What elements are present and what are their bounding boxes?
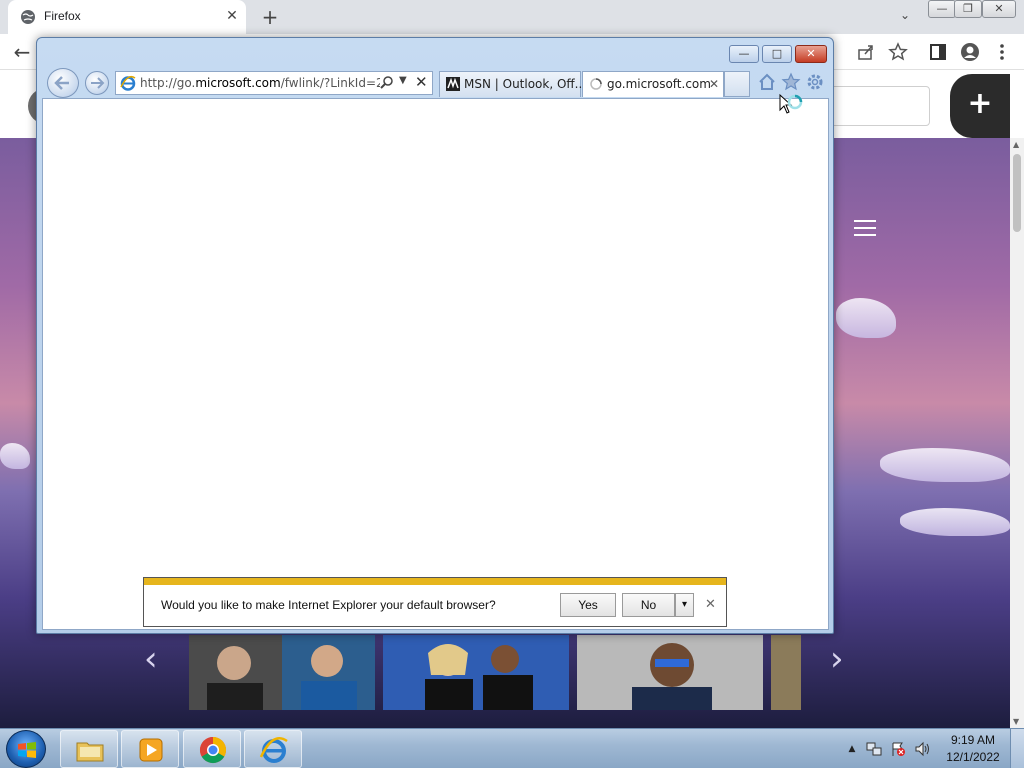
menu-dots-icon[interactable] — [992, 42, 1012, 62]
ie-tab-label: MSN | Outlook, Off... — [464, 77, 587, 91]
ie-logo-icon — [259, 737, 288, 763]
add-shortcut-button[interactable]: + — [950, 74, 1010, 138]
network-icon[interactable] — [866, 741, 882, 757]
ie-window: — □ ✕ http://go.microsoft.com/fwlink/?Li… — [36, 37, 834, 634]
sidebar-icon[interactable] — [928, 42, 948, 62]
ie-close-button[interactable]: ✕ — [795, 45, 827, 63]
chrome-minimize-button[interactable]: — — [928, 0, 956, 18]
msn-search-input[interactable] — [820, 86, 930, 126]
media-player-icon — [139, 738, 163, 762]
show-desktop-button[interactable] — [1010, 729, 1024, 768]
ie-maximize-button[interactable]: □ — [762, 45, 792, 63]
tab-close-icon[interactable]: ✕ — [709, 72, 719, 96]
chrome-restore-button[interactable]: ❐ — [954, 0, 982, 18]
ie-tab-label: go.microsoft.com — [607, 77, 711, 91]
chrome-tabstrip: Firefox ✕ + ⌄ — ❐ ✕ — [0, 0, 1024, 34]
notification-close-icon[interactable]: ✕ — [705, 597, 716, 612]
chrome-tab[interactable]: Firefox ✕ — [8, 0, 246, 34]
gear-icon[interactable] — [805, 72, 825, 92]
back-button[interactable]: ← — [10, 40, 34, 64]
action-center-flag-icon[interactable] — [890, 741, 906, 757]
globe-icon — [21, 10, 35, 24]
ie-minimize-button[interactable]: — — [729, 45, 759, 63]
chrome-tab-title: Firefox — [44, 9, 81, 23]
hamburger-menu-icon[interactable] — [854, 220, 876, 236]
default-browser-notification: Would you like to make Internet Explorer… — [143, 577, 727, 627]
stop-loading-icon[interactable]: ✕ — [415, 73, 428, 91]
search-icon[interactable] — [380, 75, 394, 89]
notification-stripe — [144, 578, 726, 585]
share-icon[interactable] — [856, 42, 876, 62]
taskbar-media-player-button[interactable] — [121, 730, 179, 768]
taskbar-ie-button[interactable] — [244, 730, 302, 768]
scroll-down-icon[interactable]: ▼ — [1013, 717, 1019, 726]
ie-back-button[interactable] — [47, 68, 79, 98]
ie-caption-buttons: — □ ✕ — [729, 45, 827, 65]
yes-button[interactable]: Yes — [560, 593, 616, 617]
iceberg-image — [900, 508, 1010, 536]
iceberg-image — [880, 448, 1010, 482]
busy-cursor-icon — [779, 93, 803, 114]
notification-message: Would you like to make Internet Explorer… — [161, 598, 496, 612]
tab-close-icon[interactable]: ✕ — [224, 8, 240, 24]
ie-logo-icon — [120, 75, 136, 91]
windows-logo-icon — [18, 742, 36, 758]
no-button[interactable]: No — [622, 593, 675, 617]
back-arrow-icon — [54, 76, 69, 90]
carousel-prev-button[interactable]: ‹ — [144, 642, 158, 676]
chrome-logo-icon — [199, 736, 227, 764]
no-dropdown-button[interactable]: ▾ — [675, 593, 694, 617]
folder-icon — [76, 742, 104, 762]
news-thumbnail[interactable] — [189, 635, 375, 710]
news-thumbnail[interactable] — [383, 635, 569, 710]
ie-navigation-bar: http://go.microsoft.com/fwlink/?LinkId=2… — [43, 68, 827, 98]
taskbar-chrome-button[interactable] — [183, 730, 241, 768]
tab-search-icon[interactable]: ⌄ — [897, 8, 913, 24]
chrome-close-button[interactable]: ✕ — [982, 0, 1016, 18]
ie-content-area[interactable] — [42, 98, 829, 630]
profile-icon[interactable] — [960, 42, 980, 62]
address-dropdown-icon[interactable]: ▼ — [399, 75, 407, 86]
carousel-next-button[interactable]: › — [830, 642, 844, 676]
taskbar: ▲ 9:19 AM 12/1/2022 — [0, 728, 1024, 768]
volume-icon[interactable] — [914, 741, 930, 757]
news-thumbnail[interactable] — [577, 635, 763, 710]
taskbar-explorer-button[interactable] — [60, 730, 118, 768]
system-tray: ▲ 9:19 AM 12/1/2022 — [842, 729, 1024, 768]
start-button[interactable] — [6, 730, 46, 768]
ie-new-tab-button[interactable] — [724, 71, 750, 97]
scrollbar-thumb[interactable] — [1013, 154, 1021, 232]
ie-address-bar[interactable]: http://go.microsoft.com/fwlink/?LinkId=2… — [115, 71, 433, 95]
loading-spinner-icon — [590, 78, 602, 90]
ie-tab-go-microsoft[interactable]: go.microsoft.com ✕ — [582, 71, 724, 97]
favorites-star-icon[interactable] — [781, 72, 801, 92]
ie-forward-button[interactable] — [85, 71, 109, 95]
ie-address-url[interactable]: http://go.microsoft.com/fwlink/?LinkId=2… — [140, 76, 380, 90]
clock-time[interactable]: 9:19 AM — [942, 733, 1004, 747]
clock-date[interactable]: 12/1/2022 — [942, 750, 1004, 764]
tray-expand-icon[interactable]: ▲ — [844, 741, 860, 757]
star-icon[interactable] — [888, 42, 908, 62]
home-icon[interactable] — [757, 72, 777, 92]
msn-favicon-icon — [446, 77, 460, 91]
forward-arrow-icon — [91, 77, 105, 89]
new-tab-button[interactable]: + — [258, 5, 282, 29]
page-scrollbar[interactable]: ▲ ▼ — [1010, 138, 1024, 728]
iceberg-image — [0, 443, 30, 469]
news-thumbnail[interactable] — [771, 635, 801, 710]
ie-tab-msn[interactable]: MSN | Outlook, Off... — [439, 71, 586, 97]
iceberg-image — [836, 298, 896, 338]
scroll-up-icon[interactable]: ▲ — [1013, 140, 1019, 149]
